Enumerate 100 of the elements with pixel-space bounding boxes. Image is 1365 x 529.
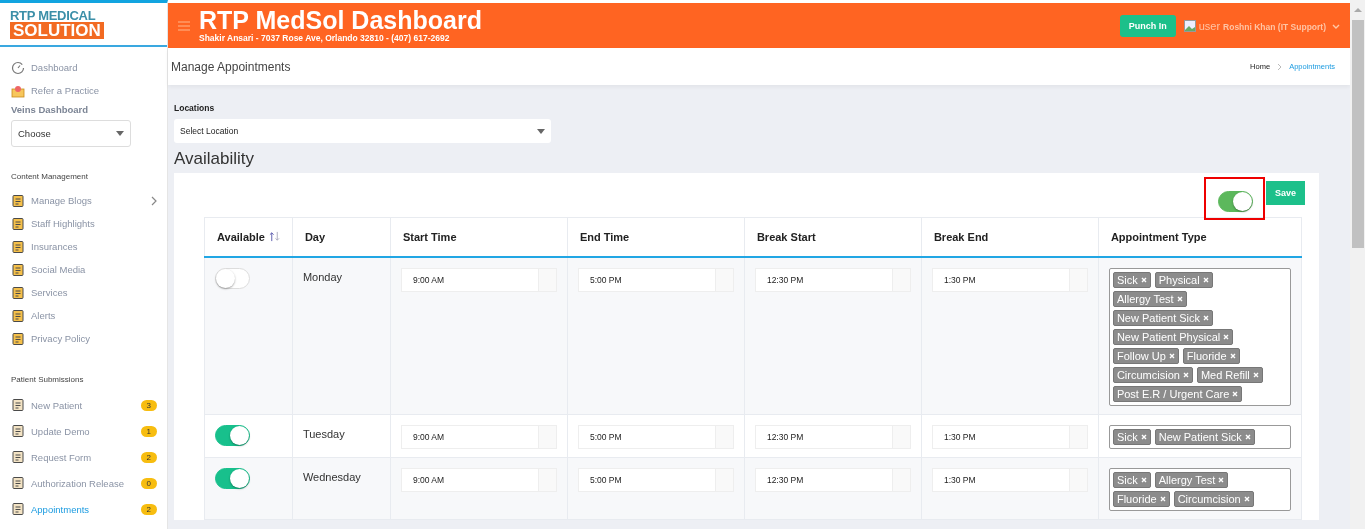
- remove-icon[interactable]: [1176, 296, 1183, 302]
- sidebar-item[interactable]: Privacy Policy: [11, 327, 167, 350]
- remove-icon[interactable]: [1182, 372, 1189, 378]
- day-name: Wednesday: [302, 471, 362, 483]
- remove-icon[interactable]: [1223, 334, 1230, 340]
- gauge-icon: [11, 60, 25, 75]
- remove-icon[interactable]: [1232, 391, 1239, 397]
- time-field[interactable]: 12:30 PM: [754, 468, 911, 492]
- remove-icon[interactable]: [1229, 353, 1236, 359]
- count-badge: 1: [140, 425, 157, 437]
- remove-icon[interactable]: [1252, 372, 1259, 378]
- sidebar-item[interactable]: Staff Highlights: [11, 212, 167, 235]
- sidebar-item[interactable]: Appointments 2: [11, 496, 167, 522]
- toggle-switch[interactable]: [1217, 191, 1253, 212]
- remove-icon[interactable]: [1140, 434, 1147, 440]
- remove-icon[interactable]: [1159, 496, 1166, 502]
- sidebar-item[interactable]: Refer a Practice: [11, 79, 167, 102]
- tag-chip[interactable]: Sick: [1112, 272, 1151, 288]
- tag-chip[interactable]: Circumcision: [1112, 367, 1193, 383]
- document-icon: [11, 193, 25, 208]
- section-title: Patient Submissions: [11, 375, 85, 384]
- location-select[interactable]: Select Location: [174, 119, 551, 143]
- remove-icon[interactable]: [1168, 353, 1175, 359]
- section-title: Content Management: [11, 172, 89, 181]
- tag-chip[interactable]: Allergy Test: [1112, 291, 1187, 307]
- remove-icon[interactable]: [1218, 477, 1225, 483]
- appointment-type-field[interactable]: Sick Allergy Test Fluoride Circumcision: [1108, 468, 1291, 511]
- user-avatar-alt-text: user: [1198, 19, 1221, 32]
- tag-chip[interactable]: New Patient Physical: [1112, 329, 1234, 345]
- tag-chip[interactable]: Follow Up: [1112, 348, 1179, 364]
- time-field[interactable]: 9:00 AM: [400, 468, 557, 492]
- count-badge: 3: [140, 399, 157, 411]
- tag-chip[interactable]: Sick: [1112, 429, 1151, 445]
- document-icon: [11, 308, 25, 323]
- tag-chip[interactable]: New Patient Sick: [1112, 310, 1214, 326]
- practice-address: Shakir Ansari - 7037 Rose Ave, Orlando 32810 - (407) 617-2692: [199, 33, 451, 43]
- tag-chip[interactable]: Allergy Test: [1154, 472, 1229, 488]
- sidebar-item[interactable]: Dashboard: [11, 56, 167, 79]
- sidebar-item[interactable]: Manage Blogs: [11, 189, 167, 212]
- sidebar-item[interactable]: Insurances: [11, 235, 167, 258]
- remove-icon[interactable]: [1244, 434, 1251, 440]
- tag-chip[interactable]: Sick: [1112, 472, 1151, 488]
- field-label: Locations: [174, 103, 216, 113]
- sidebar-label: Veins Dashboard: [11, 104, 90, 115]
- punch-in-button[interactable]: Punch In: [1119, 14, 1176, 37]
- document-icon: [11, 331, 25, 346]
- tag-chip[interactable]: Circumcision: [1173, 491, 1254, 507]
- remove-icon[interactable]: [1140, 477, 1147, 483]
- sidebar-item[interactable]: Request Form 2: [11, 444, 167, 470]
- user-menu[interactable]: user Roshni Khan (IT Support): [1183, 19, 1340, 32]
- dashboard-title: RTP MedSol Dashboard: [199, 8, 482, 33]
- time-field[interactable]: 5:00 PM: [577, 268, 734, 292]
- document-icon: [11, 476, 25, 490]
- sidebar-item[interactable]: Social Media: [11, 258, 167, 281]
- appointment-type-field[interactable]: Sick Physical Allergy Test New Patient Sick New Patient Physical Follow Up Fluoride Circumcision Med Refill Post E.R / Urgent Care: [1108, 268, 1291, 406]
- user-name: Roshni Khan (IT Support): [1223, 21, 1326, 32]
- sidebar-item[interactable]: Services: [11, 281, 167, 304]
- remove-icon[interactable]: [1243, 496, 1250, 502]
- caret-icon: [116, 131, 124, 136]
- toggle-switch[interactable]: [215, 425, 250, 446]
- time-field[interactable]: 5:00 PM: [577, 468, 734, 492]
- sidebar-item[interactable]: Update Demo 1: [11, 418, 167, 444]
- count-badge: 2: [140, 451, 157, 463]
- time-field[interactable]: 12:30 PM: [754, 268, 911, 292]
- scrollbar[interactable]: [1350, 0, 1365, 529]
- sidebar-item[interactable]: Authorization Release 0: [11, 470, 167, 496]
- time-field[interactable]: 1:30 PM: [931, 468, 1088, 492]
- tag-chip[interactable]: Med Refill: [1196, 367, 1263, 383]
- time-field[interactable]: 5:00 PM: [577, 425, 734, 449]
- remove-icon[interactable]: [1140, 277, 1147, 283]
- save-button[interactable]: Save: [1265, 181, 1305, 205]
- envelope-icon: [11, 83, 25, 98]
- caret-icon: [537, 128, 545, 134]
- remove-icon[interactable]: [1202, 277, 1209, 283]
- tag-chip[interactable]: Physical: [1154, 272, 1213, 288]
- tag-chip[interactable]: New Patient Sick: [1154, 429, 1255, 445]
- remove-icon[interactable]: [1203, 315, 1210, 321]
- day-name: Tuesday: [302, 428, 346, 440]
- time-field[interactable]: 1:30 PM: [931, 425, 1088, 449]
- time-field[interactable]: 12:30 PM: [754, 425, 911, 449]
- document-icon: [11, 285, 25, 300]
- tag-chip[interactable]: Post E.R / Urgent Care: [1112, 386, 1243, 402]
- document-icon: [11, 502, 25, 516]
- broken-image-icon: [1183, 19, 1196, 32]
- appointment-type-field[interactable]: Sick New Patient Sick: [1108, 425, 1291, 449]
- tag-chip[interactable]: Fluoride: [1112, 491, 1170, 507]
- section-heading: Availability: [174, 149, 255, 169]
- time-field[interactable]: 9:00 AM: [400, 268, 557, 292]
- tag-chip[interactable]: Fluoride: [1182, 348, 1240, 364]
- sidebar-item[interactable]: New Patient 3: [11, 392, 167, 418]
- count-badge: 0: [140, 477, 157, 489]
- document-icon: [11, 450, 25, 464]
- choose-select[interactable]: Choose: [11, 120, 131, 147]
- sort-icon: [268, 231, 280, 242]
- time-field[interactable]: 9:00 AM: [400, 425, 557, 449]
- day-name: Monday: [302, 271, 344, 283]
- document-icon: [11, 262, 25, 277]
- time-field[interactable]: 1:30 PM: [931, 268, 1088, 292]
- toggle-switch[interactable]: [215, 468, 250, 489]
- sidebar-item[interactable]: Alerts: [11, 304, 167, 327]
